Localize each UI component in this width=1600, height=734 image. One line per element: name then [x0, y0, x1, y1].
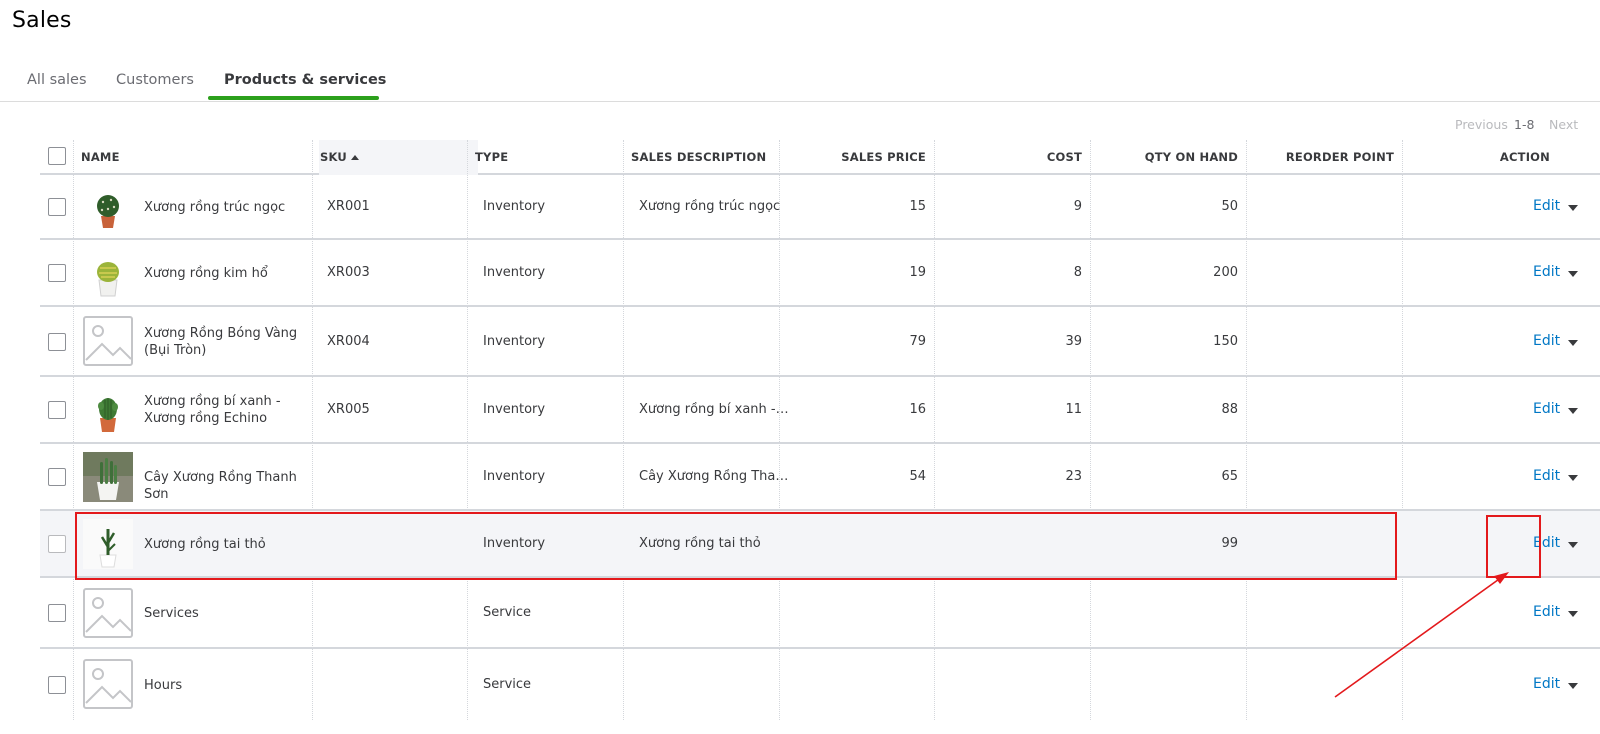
action-dropdown-caret-icon[interactable] — [1568, 475, 1578, 481]
product-name[interactable]: Hours — [144, 677, 314, 694]
action-dropdown-caret-icon[interactable] — [1568, 683, 1578, 689]
edit-button[interactable]: Edit — [1533, 264, 1560, 280]
product-type: Inventory — [483, 265, 546, 280]
product-qty-on-hand: 65 — [1221, 469, 1238, 484]
column-header-qty-on-hand[interactable]: QTY ON HAND — [1098, 150, 1238, 164]
product-name[interactable]: Services — [144, 605, 314, 622]
image-placeholder-icon — [83, 316, 133, 366]
edit-button-box — [1486, 515, 1541, 578]
table-row[interactable]: Xương rồng bí xanh - Xương rồng Echino X… — [40, 377, 1600, 444]
pager-previous-link[interactable]: Previous — [1455, 117, 1508, 132]
product-sales-description: Xương rồng trúc ngọc — [639, 199, 781, 214]
product-type: Inventory — [483, 334, 546, 349]
edit-button[interactable]: Edit — [1533, 198, 1560, 214]
tab-all-sales[interactable]: All sales — [27, 72, 87, 88]
edit-button[interactable]: Edit — [1533, 468, 1560, 484]
table-row[interactable]: Hours Service Edit — [40, 649, 1600, 729]
echinopsis-cactus-icon — [83, 385, 133, 435]
edit-button[interactable]: Edit — [1533, 676, 1560, 692]
row-checkbox[interactable] — [48, 535, 66, 553]
action-dropdown-caret-icon[interactable] — [1568, 271, 1578, 277]
column-header-sales-description[interactable]: SALES DESCRIPTION — [631, 150, 766, 164]
action-dropdown-caret-icon[interactable] — [1568, 611, 1578, 617]
edit-button[interactable]: Edit — [1533, 604, 1560, 620]
table-row[interactable]: Xương rồng trúc ngọc XR001 Inventory Xươ… — [40, 175, 1600, 240]
product-cost: 39 — [1065, 334, 1082, 349]
column-header-name[interactable]: NAME — [81, 150, 120, 164]
product-sales-price: 15 — [909, 199, 926, 214]
column-header-sku[interactable]: SKU — [320, 150, 359, 164]
row-checkbox[interactable] — [48, 264, 66, 282]
product-cost: 23 — [1065, 469, 1082, 484]
product-qty-on-hand: 50 — [1221, 199, 1238, 214]
product-name[interactable]: Xương rồng kim hổ — [144, 265, 314, 282]
row-checkbox[interactable] — [48, 333, 66, 351]
select-all-checkbox[interactable] — [48, 147, 66, 165]
product-name[interactable]: Xương rồng trúc ngọc — [144, 199, 314, 216]
product-sku: XR004 — [327, 334, 370, 349]
sort-ascending-icon — [350, 155, 359, 160]
table-header: NAME SKU TYPE SALES DESCRIPTION SALES PR… — [40, 140, 1600, 175]
image-placeholder-icon — [83, 588, 133, 638]
row-checkbox[interactable] — [48, 468, 66, 486]
product-cost: 9 — [1073, 199, 1082, 214]
product-sales-price: 54 — [909, 469, 926, 484]
product-type: Inventory — [483, 402, 546, 417]
product-type: Service — [483, 677, 532, 692]
table-row[interactable]: Services Service Edit — [40, 578, 1600, 649]
column-header-sku-label: SKU — [320, 150, 347, 164]
row-checkbox[interactable] — [48, 198, 66, 216]
product-sales-price: 79 — [909, 334, 926, 349]
row-checkbox[interactable] — [48, 401, 66, 419]
cactus-round-pot-icon — [83, 182, 133, 232]
columnar-cactus-pot-icon — [83, 452, 133, 502]
column-header-action: ACTION — [1499, 150, 1550, 164]
row-checkbox[interactable] — [48, 676, 66, 694]
product-name[interactable]: Cây Xương Rồng Thanh Sơn — [144, 469, 314, 503]
table-row[interactable]: Xương Rồng Bóng Vàng (Bụi Tròn) XR004 In… — [40, 307, 1600, 377]
active-tab-indicator — [208, 96, 379, 100]
pager-range: 1-8 — [1514, 117, 1535, 132]
highlighted-row-box — [75, 512, 1397, 580]
edit-button[interactable]: Edit — [1533, 401, 1560, 417]
column-header-reorder-point[interactable]: REORDER POINT — [1254, 150, 1394, 164]
column-header-type[interactable]: TYPE — [475, 150, 508, 164]
product-type: Inventory — [483, 199, 546, 214]
product-sales-price: 16 — [909, 402, 926, 417]
product-name[interactable]: Xương Rồng Bóng Vàng (Bụi Tròn) — [144, 325, 314, 359]
product-cost: 11 — [1065, 402, 1082, 417]
product-sales-price: 19 — [909, 265, 926, 280]
action-dropdown-caret-icon[interactable] — [1568, 408, 1578, 414]
product-qty-on-hand: 88 — [1221, 402, 1238, 417]
action-dropdown-caret-icon[interactable] — [1568, 542, 1578, 548]
column-header-cost[interactable]: COST — [942, 150, 1082, 164]
product-sales-description: Cây Xương Rồng Thanh Sơn — [639, 469, 789, 484]
product-sku: XR003 — [327, 265, 370, 280]
table-row[interactable]: Cây Xương Rồng Thanh Sơn Inventory Cây X… — [40, 444, 1600, 511]
product-name[interactable]: Xương rồng bí xanh - Xương rồng Echino — [144, 393, 314, 427]
table-row[interactable]: Xương rồng kim hổ XR003 Inventory 19 8 2… — [40, 240, 1600, 307]
product-type: Inventory — [483, 469, 546, 484]
column-header-sales-price[interactable]: SALES PRICE — [786, 150, 926, 164]
edit-button[interactable]: Edit — [1533, 333, 1560, 349]
tab-products-services[interactable]: Products & services — [224, 72, 386, 88]
action-dropdown-caret-icon[interactable] — [1568, 205, 1578, 211]
row-checkbox[interactable] — [48, 604, 66, 622]
action-dropdown-caret-icon[interactable] — [1568, 340, 1578, 346]
product-sku: XR001 — [327, 199, 370, 214]
tab-customers[interactable]: Customers — [116, 72, 194, 88]
page-title: Sales — [12, 8, 72, 33]
product-sales-description: Xương rồng bí xanh - Xương rồng Echino — [639, 402, 789, 417]
golden-barrel-cactus-icon — [83, 248, 133, 298]
image-placeholder-icon — [83, 659, 133, 709]
product-qty-on-hand: 150 — [1213, 334, 1238, 349]
pager-next-link[interactable]: Next — [1549, 117, 1578, 132]
product-qty-on-hand: 200 — [1213, 265, 1238, 280]
product-type: Service — [483, 605, 532, 620]
product-cost: 8 — [1073, 265, 1082, 280]
tab-bar: All sales Customers Products & services — [0, 62, 1600, 102]
product-sku: XR005 — [327, 402, 370, 417]
